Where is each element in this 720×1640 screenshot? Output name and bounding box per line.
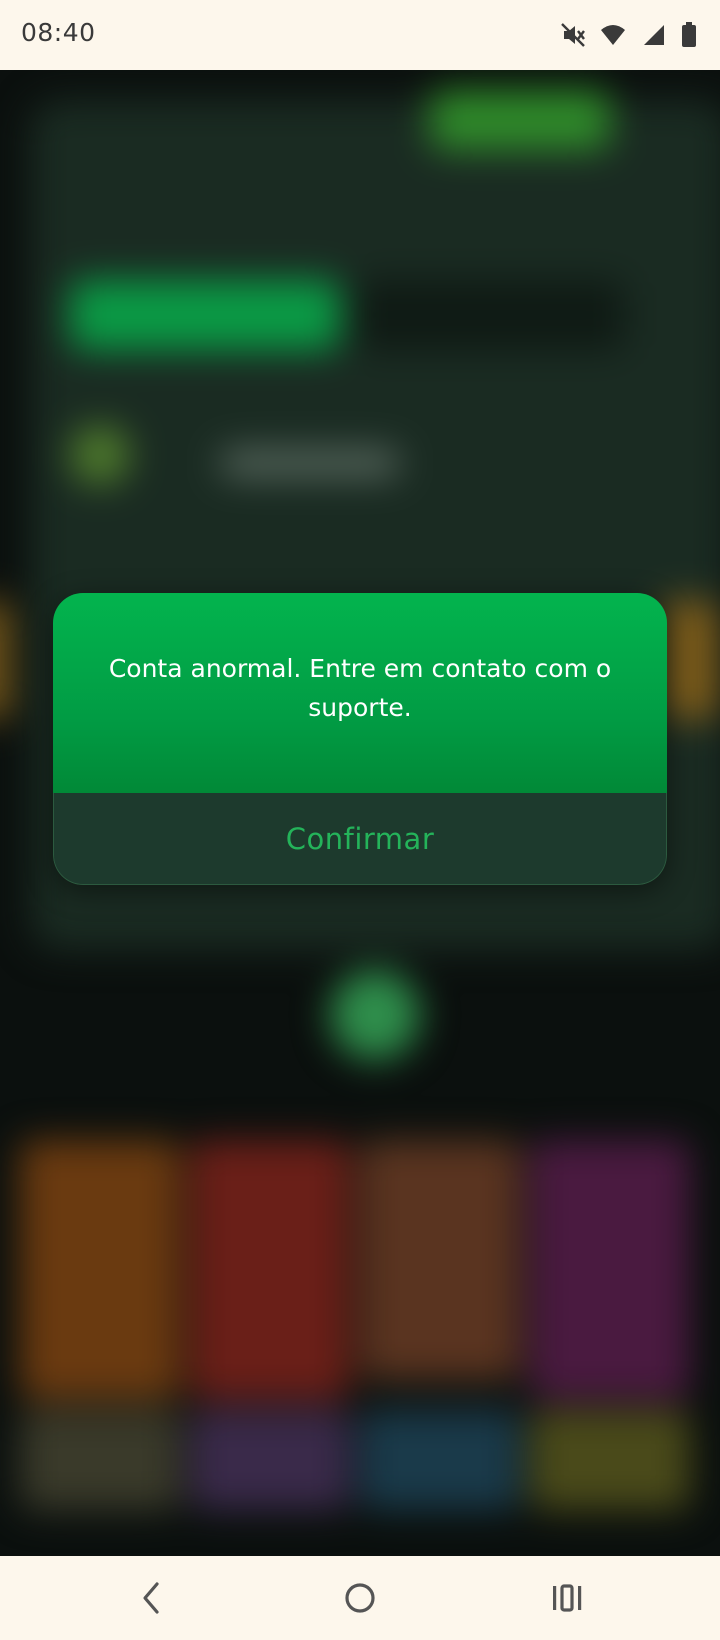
back-icon bbox=[143, 1582, 159, 1614]
dialog-message: Conta anormal. Entre em contato com o su… bbox=[108, 654, 612, 722]
status-time: 08:40 bbox=[21, 18, 96, 47]
home-icon bbox=[345, 1583, 375, 1613]
confirm-button[interactable]: Confirmar bbox=[256, 812, 465, 866]
recents-button[interactable] bbox=[537, 1574, 597, 1622]
battery-icon bbox=[680, 21, 698, 49]
alert-dialog: Conta anormal. Entre em contato com o su… bbox=[53, 593, 667, 885]
dialog-body: Conta anormal. Entre em contato com o su… bbox=[53, 593, 667, 793]
wifi-icon bbox=[600, 21, 626, 49]
back-button[interactable] bbox=[122, 1574, 182, 1622]
home-button[interactable] bbox=[330, 1574, 390, 1622]
dialog-footer: Confirmar bbox=[53, 793, 667, 885]
mute-icon bbox=[560, 21, 586, 49]
status-icons bbox=[560, 20, 698, 50]
navigation-bar bbox=[0, 1556, 720, 1640]
signal-icon bbox=[640, 21, 666, 49]
status-bar: 08:40 bbox=[0, 0, 720, 70]
recents-icon bbox=[553, 1584, 582, 1612]
